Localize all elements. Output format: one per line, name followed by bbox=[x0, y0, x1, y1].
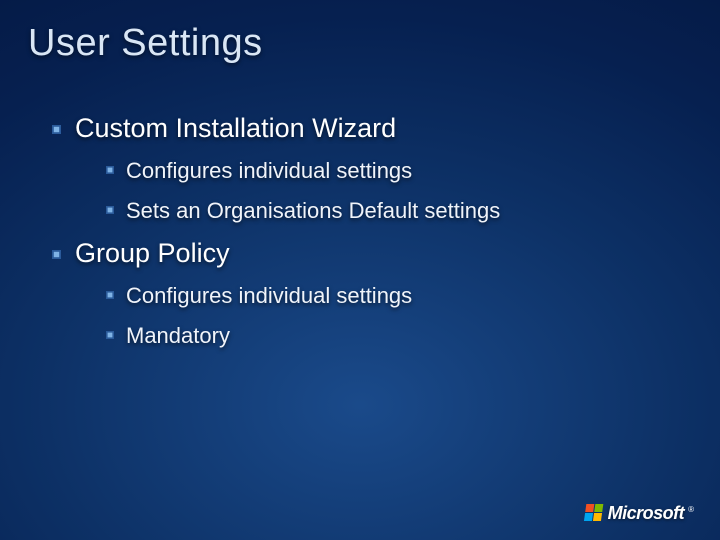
slide: User Settings Custom Installation Wizard… bbox=[0, 0, 720, 540]
bullet-label: Configures individual settings bbox=[126, 158, 412, 184]
bullet-group-0: Custom Installation Wizard Configures in… bbox=[28, 113, 720, 224]
slide-title: User Settings bbox=[28, 22, 720, 65]
microsoft-logo: Microsoft ® bbox=[585, 503, 694, 524]
bullet-lvl2: Configures individual settings bbox=[106, 283, 720, 309]
bullet-label: Mandatory bbox=[126, 323, 230, 349]
bullet-icon bbox=[52, 250, 61, 259]
bullet-label: Configures individual settings bbox=[126, 283, 412, 309]
bullet-lvl2: Configures individual settings bbox=[106, 158, 720, 184]
microsoft-flag-icon bbox=[584, 504, 603, 521]
bullet-icon bbox=[106, 291, 114, 299]
bullet-lvl2: Sets an Organisations Default settings bbox=[106, 198, 720, 224]
logo-text: Microsoft bbox=[608, 503, 685, 524]
bullet-icon bbox=[106, 166, 114, 174]
trademark-symbol: ® bbox=[688, 505, 694, 514]
bullet-lvl1: Group Policy bbox=[52, 238, 720, 269]
bullet-lvl1: Custom Installation Wizard bbox=[52, 113, 720, 144]
bullet-lvl2: Mandatory bbox=[106, 323, 720, 349]
bullet-icon bbox=[106, 331, 114, 339]
bullet-icon bbox=[52, 125, 61, 134]
bullet-label: Group Policy bbox=[75, 238, 230, 269]
bullet-label: Sets an Organisations Default settings bbox=[126, 198, 500, 224]
bullet-icon bbox=[106, 206, 114, 214]
bullet-group-1: Group Policy Configures individual setti… bbox=[28, 238, 720, 349]
bullet-label: Custom Installation Wizard bbox=[75, 113, 396, 144]
